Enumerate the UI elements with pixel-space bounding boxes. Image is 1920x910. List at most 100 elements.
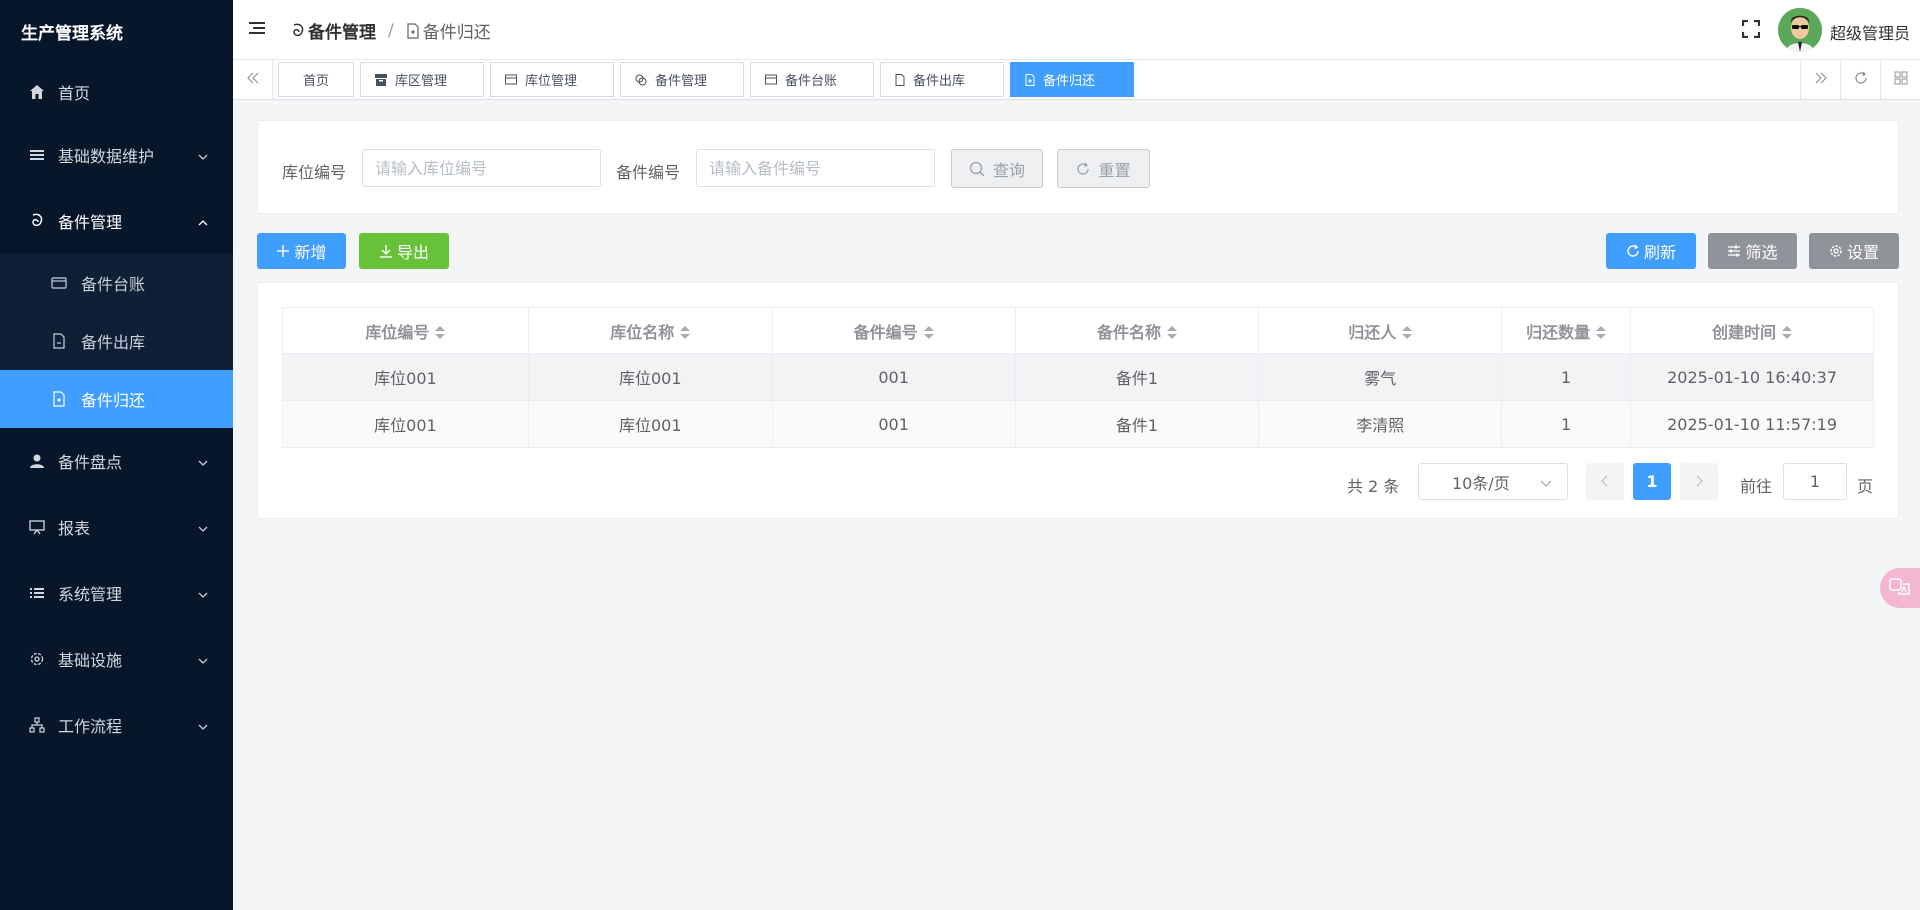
table-row[interactable]: 库位001 库位001 001 备件1 雾气 1 2025-01-10 16:4…	[282, 353, 1874, 401]
table-cell: 1	[1501, 400, 1632, 448]
sidebar-item-parts-outbound[interactable]: 备件出库	[0, 312, 233, 370]
table-cell: 库位001	[282, 400, 529, 448]
hamburger-icon[interactable]	[248, 19, 266, 41]
tab-parts-return[interactable]: 备件归还	[1010, 62, 1134, 97]
add-button[interactable]: 新增	[257, 233, 346, 269]
table-cell: 001	[771, 353, 1016, 401]
sidebar-item-reports[interactable]: 报表	[0, 494, 233, 560]
breadcrumb-item-return: 备件归还	[406, 18, 491, 43]
document-add-icon	[406, 22, 420, 39]
tab-parts-management[interactable]: 备件管理	[620, 62, 744, 97]
refresh-tab-button[interactable]	[1840, 60, 1880, 99]
sort-icon[interactable]	[680, 325, 691, 341]
sidebar-item-parts-ledger[interactable]: 备件台账	[0, 254, 233, 312]
scroll-right-button[interactable]	[1800, 60, 1840, 99]
sidebar-item-parts[interactable]: 备件管理	[0, 188, 233, 254]
chevron-left-icon	[1600, 472, 1610, 491]
table-cell: 库位001	[527, 400, 773, 448]
prev-page-button[interactable]	[1586, 463, 1624, 500]
column-header[interactable]: 库位编号	[282, 307, 529, 354]
tab-parts-outbound[interactable]: 备件出库	[880, 62, 1004, 97]
chevron-right-icon	[1694, 472, 1704, 491]
sort-icon[interactable]	[1402, 325, 1413, 341]
refresh-icon	[1076, 162, 1090, 176]
gear-icon	[28, 650, 46, 668]
search-form: 库位编号 备件编号 查询 重置	[257, 120, 1899, 214]
page-size-select[interactable]: 10条/页	[1418, 463, 1568, 500]
sidebar-item-system[interactable]: 系统管理	[0, 560, 233, 626]
tab-area-management[interactable]: 库区管理	[360, 62, 484, 97]
column-header[interactable]: 库位名称	[527, 307, 773, 354]
tab-home[interactable]: 首页	[278, 62, 354, 97]
table-cell: 库位001	[527, 353, 773, 401]
refresh-button[interactable]: 刷新	[1606, 233, 1696, 269]
page-number-current[interactable]: 1	[1633, 463, 1671, 500]
top-header: 备件管理 / 备件归还 超级管理员	[233, 0, 1920, 60]
sort-icon[interactable]	[435, 325, 446, 341]
card-icon	[505, 74, 517, 85]
grid-icon	[1894, 70, 1908, 89]
document-add-icon	[51, 391, 67, 407]
chevron-down-icon	[197, 586, 209, 605]
list-bullets-icon	[28, 584, 46, 602]
part-code-label: 备件编号	[616, 163, 681, 182]
sort-icon[interactable]	[1782, 325, 1793, 341]
next-page-button[interactable]	[1680, 463, 1718, 500]
plus-icon	[276, 244, 290, 258]
presentation-icon	[28, 518, 46, 536]
breadcrumb-item-parts[interactable]: 备件管理	[291, 18, 376, 43]
sort-icon[interactable]	[1166, 325, 1177, 341]
sidebar-item-label: 基础设施	[58, 651, 123, 670]
card-icon	[765, 74, 777, 85]
pagination-total: 共 2 条	[1347, 477, 1400, 496]
tab-list: 首页 库区管理 库位管理 备件管理 备件台账 备件出库 备件归还	[278, 62, 1140, 97]
tab-menu-button[interactable]	[1880, 60, 1920, 99]
table-cell: 备件1	[1014, 400, 1260, 448]
reset-button[interactable]: 重置	[1057, 149, 1150, 188]
table-cell: 李清照	[1258, 400, 1503, 448]
translate-widget[interactable]	[1880, 568, 1920, 608]
sliders-icon	[1727, 244, 1741, 258]
export-button[interactable]: 导出	[359, 233, 449, 269]
fullscreen-icon[interactable]	[1741, 19, 1761, 42]
sidebar-item-inventory[interactable]: 备件盘点	[0, 428, 233, 494]
avatar[interactable]	[1778, 8, 1822, 52]
chevron-down-icon	[197, 454, 209, 473]
column-header[interactable]: 归还数量	[1501, 307, 1632, 354]
part-code-input[interactable]	[696, 149, 935, 187]
query-button[interactable]: 查询	[951, 149, 1043, 188]
document-add-icon	[1025, 73, 1035, 86]
sort-icon[interactable]	[923, 325, 934, 341]
sidebar-item-infrastructure[interactable]: 基础设施	[0, 626, 233, 692]
goto-page-input[interactable]	[1783, 463, 1847, 500]
column-header[interactable]: 归还人	[1258, 307, 1503, 354]
table-row[interactable]: 库位001 库位001 001 备件1 李清照 1 2025-01-10 11:…	[282, 400, 1874, 448]
sidebar-item-base-data[interactable]: 基础数据维护	[0, 122, 233, 188]
username[interactable]: 超级管理员	[1830, 20, 1910, 44]
sidebar-item-workflow[interactable]: 工作流程	[0, 692, 233, 758]
sort-icon[interactable]	[1596, 325, 1607, 341]
settings-button[interactable]: 设置	[1809, 233, 1899, 269]
goto-label: 前往	[1740, 477, 1773, 496]
sidebar-item-label: 备件台账	[81, 275, 146, 294]
filter-button[interactable]: 筛选	[1708, 233, 1797, 269]
sidebar-item-home[interactable]: 首页	[0, 62, 233, 122]
location-code-input[interactable]	[362, 149, 601, 187]
chevron-down-icon	[1539, 475, 1553, 494]
sidebar-item-label: 基础数据维护	[58, 147, 155, 166]
sidebar-item-label: 报表	[58, 519, 91, 538]
table-header-row: 库位编号 库位名称 备件编号 备件名称 归还人 归还数量 创建时间	[282, 307, 1874, 354]
sidebar-item-parts-return[interactable]: 备件归还	[0, 370, 233, 428]
chevron-down-icon	[197, 148, 209, 167]
sidebar-item-label: 备件盘点	[58, 453, 123, 472]
tab-parts-ledger[interactable]: 备件台账	[750, 62, 874, 97]
card-icon	[51, 275, 67, 291]
tab-location-management[interactable]: 库位管理	[490, 62, 614, 97]
sidebar-item-label: 备件管理	[58, 213, 123, 232]
scroll-left-button[interactable]	[233, 60, 273, 99]
chevron-down-icon	[197, 520, 209, 539]
column-header[interactable]: 备件编号	[771, 307, 1016, 354]
spiral-icon	[291, 22, 305, 40]
column-header[interactable]: 创建时间	[1630, 307, 1874, 354]
column-header[interactable]: 备件名称	[1014, 307, 1260, 354]
